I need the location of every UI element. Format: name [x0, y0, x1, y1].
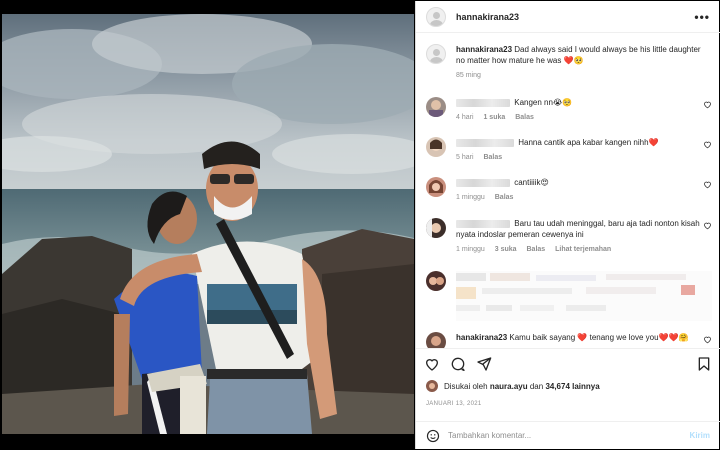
heart-icon[interactable]	[703, 140, 712, 149]
comment-text: cantiiiik😍	[514, 178, 549, 187]
reply-button[interactable]: Balas	[527, 246, 546, 253]
commenter-avatar[interactable]	[426, 332, 446, 348]
heart-icon[interactable]	[703, 100, 712, 109]
post-header: hannakirana23 •••	[416, 1, 720, 33]
add-comment-bar: Kirim	[416, 421, 720, 449]
photo-scene	[2, 14, 414, 434]
reply-button[interactable]: Balas	[495, 194, 514, 201]
comment-text: Kangen nn😭🥺	[514, 98, 573, 107]
heart-icon[interactable]	[703, 221, 712, 230]
liked-by: Disukai oleh naura.ayu dan 34,674 lainny…	[426, 380, 600, 392]
comment-text: Hanna cantik apa kabar kangen nihh❤️	[518, 138, 659, 147]
bookmark-icon[interactable]	[696, 356, 712, 372]
reply-username[interactable]: hanakirana23	[456, 333, 507, 342]
comment-likes[interactable]: 3 suka	[495, 246, 517, 253]
commenter-avatar-image	[426, 218, 446, 238]
comment-icon[interactable]	[450, 356, 466, 372]
commenter-username-blurred[interactable]	[456, 138, 514, 147]
post-photo[interactable]	[2, 14, 414, 434]
liker-avatar-image	[426, 380, 438, 392]
caption-avatar[interactable]	[426, 44, 446, 64]
post-actions: Disukai oleh naura.ayu dan 34,674 lainny…	[416, 348, 720, 428]
comments-list[interactable]: hannakirana23 Dad always said I would al…	[416, 34, 720, 348]
comment-time: 5 hari	[456, 154, 474, 161]
commenter-avatar-image	[426, 177, 446, 197]
commenter-username-blurred[interactable]	[456, 178, 510, 187]
liked-by-prefix: Disukai oleh	[444, 381, 488, 391]
comment-time: 4 hari	[456, 114, 474, 121]
reply-button[interactable]: Balas	[515, 114, 534, 121]
reply-button[interactable]: Balas	[483, 154, 502, 161]
commenter-avatar[interactable]	[426, 97, 446, 117]
liker-avatar[interactable]	[426, 380, 438, 392]
emoji-icon[interactable]	[426, 429, 440, 443]
comment-input[interactable]	[448, 431, 690, 440]
caption-time: 85 ming	[456, 72, 481, 79]
comment-likes[interactable]: 1 suka	[483, 114, 505, 121]
commenter-avatar-image	[426, 332, 446, 348]
comment-time: 1 minggu	[456, 194, 485, 201]
commenter-avatar[interactable]	[426, 218, 446, 238]
post-side-panel: hannakirana23 ••• hannakirana23 Dad alwa…	[415, 1, 720, 449]
post-modal: hannakirana23 ••• hannakirana23 Dad alwa…	[0, 0, 720, 450]
author-avatar[interactable]	[426, 6, 446, 27]
commenter-avatar[interactable]	[426, 137, 446, 157]
commenter-avatar-image	[426, 97, 446, 117]
more-options-icon[interactable]: •••	[694, 10, 710, 24]
post-date: JANUARI 13, 2021	[426, 401, 482, 407]
liked-by-user[interactable]: naura.ayu	[490, 382, 528, 391]
commenter-username-blurred[interactable]	[456, 98, 510, 107]
liked-by-count[interactable]: 34,674 lainnya	[545, 382, 599, 391]
commenter-avatar[interactable]	[426, 271, 446, 291]
commenter-avatar-image	[426, 271, 446, 291]
liked-by-conj: dan	[529, 381, 544, 391]
heart-icon[interactable]	[703, 335, 712, 344]
comment-text: Kamu baik sayang ❤️ tenang we love you❤️…	[509, 333, 689, 342]
author-username[interactable]: hannakirana23	[456, 12, 519, 22]
blurred-comment-content	[456, 271, 712, 321]
caption-username[interactable]: hannakirana23	[456, 45, 512, 54]
heart-icon[interactable]	[424, 356, 440, 372]
commenter-avatar-image	[426, 137, 446, 157]
heart-icon[interactable]	[703, 180, 712, 189]
comment-time: 1 minggu	[456, 246, 485, 253]
see-translation-link[interactable]: Lihat terjemahan	[555, 246, 611, 253]
commenter-avatar[interactable]	[426, 177, 446, 197]
post-comment-button[interactable]: Kirim	[690, 431, 710, 440]
commenter-username-blurred[interactable]	[456, 219, 510, 228]
share-icon[interactable]	[476, 356, 492, 372]
